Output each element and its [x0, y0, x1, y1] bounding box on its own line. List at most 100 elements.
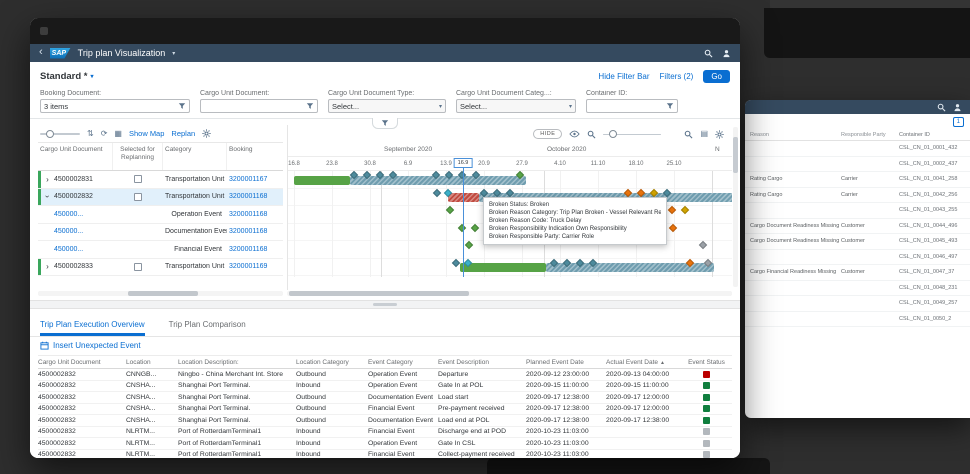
events-cell: 4500002832 — [38, 394, 126, 401]
events-table-row[interactable]: 4500002832CNSHA...Shanghai Port Terminal… — [38, 392, 732, 404]
insert-unexpected-event-button[interactable]: Insert Unexpected Event — [53, 341, 141, 350]
filter-select[interactable]: Select...▾ — [456, 99, 576, 113]
replanning-checkbox[interactable] — [134, 193, 142, 201]
row-expander-icon[interactable]: › — [41, 175, 54, 184]
cargo-table-row[interactable]: 450000... Financial Event3200001168 — [38, 241, 283, 259]
replanning-checkbox[interactable] — [134, 175, 142, 183]
filters-link[interactable]: Filters (2) — [660, 72, 694, 81]
events-column-header[interactable]: Event Description — [438, 359, 526, 366]
refresh-icon[interactable]: ⟳ — [101, 130, 108, 138]
filter-field: Cargo Unit Document Categ...:Select...▾ — [456, 90, 576, 113]
events-column-header[interactable]: Actual Event Date▲ — [606, 359, 684, 366]
events-table-row[interactable]: 4500002832NLRTM...Port of RotterdamTermi… — [38, 450, 732, 459]
cargo-unit-document-cell[interactable]: 450000... — [54, 211, 113, 218]
booking-link[interactable]: 3200001169 — [227, 263, 283, 270]
sort-icon[interactable]: ⇅ — [87, 130, 94, 138]
events-column-header[interactable]: Location — [126, 359, 178, 366]
events-cell: Departure — [438, 371, 526, 378]
events-table-row[interactable]: 4500002832CNSHA...Shanghai Port Terminal… — [38, 404, 732, 416]
variant-selector[interactable]: Standard * ▾ — [40, 71, 94, 82]
events-column-header[interactable]: Event Status — [684, 359, 732, 366]
booking-link[interactable]: 3200001168 — [227, 228, 283, 235]
booking-link[interactable]: 3200001168 — [227, 193, 283, 200]
col-selected-for-replanning[interactable]: Selected for Replanning — [113, 143, 163, 170]
events-table-row[interactable]: 4500002832CNSHA...Shanghai Port Terminal… — [38, 381, 732, 393]
timeline-tick-label: 16.8 — [288, 161, 300, 167]
gantt-settings-icon[interactable] — [715, 130, 724, 139]
tab-trip-plan-execution-overview[interactable]: Trip Plan Execution Overview — [40, 320, 145, 336]
shell-search-icon[interactable] — [704, 49, 713, 58]
filter-select[interactable]: Select...▾ — [328, 99, 446, 113]
bg-table-row: Cargo Financial Readiness MissingCustome… — [745, 265, 970, 281]
events-column-header[interactable]: Location Category — [296, 359, 368, 366]
cargo-table-row[interactable]: ›4500002832Transportation Unit3200001168 — [38, 189, 283, 207]
events-column-header[interactable]: Location Description: — [178, 359, 296, 366]
hide-filter-bar-link[interactable]: Hide Filter Bar — [598, 72, 649, 81]
events-cell: 2020-09-17 12:38:00 — [526, 394, 606, 401]
icontab-bar: Trip Plan Execution Overview Trip Plan C… — [30, 311, 740, 337]
replan-button[interactable]: Replan — [171, 129, 195, 138]
shell-user-icon[interactable] — [722, 49, 731, 58]
table-horizontal-scrollbar[interactable] — [38, 291, 283, 296]
cargo-table-row[interactable]: ›4500002831Transportation Unit3200001167 — [38, 171, 283, 189]
cargo-table-row[interactable]: 450000...Operation Event3200001168 — [38, 206, 283, 224]
events-table-row[interactable]: 4500002832NLRTM...Port of RotterdamTermi… — [38, 438, 732, 450]
value-help-funnel-icon[interactable] — [666, 102, 674, 110]
app-title[interactable]: Trip plan Visualization — [78, 48, 166, 58]
tooltip-line: Broken Reason Category: Trip Plan Broken… — [489, 209, 661, 217]
zoom-slider[interactable] — [603, 129, 661, 139]
chevron-down-icon[interactable]: ▾ — [569, 103, 572, 110]
cargo-table-row[interactable]: 450000...Documentation Event3200001168 — [38, 224, 283, 242]
splitter-bar[interactable] — [30, 300, 740, 309]
go-button[interactable]: Go — [703, 70, 730, 83]
gantt-horizontal-scrollbar[interactable] — [287, 291, 732, 296]
show-map-button[interactable]: Show Map — [129, 129, 164, 138]
hide-button[interactable]: HIDE — [533, 129, 562, 139]
gantt-bar[interactable] — [460, 263, 546, 272]
filter-bar-expand-handle[interactable] — [372, 118, 398, 129]
events-column-header[interactable]: Cargo Unit Document — [38, 359, 126, 366]
filter-input[interactable]: 3 items — [40, 99, 190, 113]
bg-party-cell: Customer — [841, 269, 899, 275]
grid-view-icon[interactable]: ▦ — [114, 130, 122, 138]
filter-input[interactable] — [586, 99, 678, 113]
value-help-funnel-icon[interactable] — [306, 102, 314, 110]
row-expander-icon[interactable]: › — [43, 190, 52, 203]
col-booking[interactable]: Booking — [227, 143, 283, 170]
tab-trip-plan-comparison[interactable]: Trip Plan Comparison — [169, 320, 246, 336]
cargo-table-row[interactable]: ›4500002833Transportation Unit3200001169 — [38, 259, 283, 277]
events-table-row[interactable]: 4500002832NLRTM...Port of RotterdamTermi… — [38, 427, 732, 439]
event-status-indicator — [703, 394, 710, 401]
booking-link[interactable]: 3200001168 — [227, 246, 283, 253]
events-table-row[interactable]: 4500002832CNNGB...Ningbo - China Merchan… — [38, 369, 732, 381]
vertical-scrollbar[interactable] — [733, 127, 738, 287]
col-cargo-unit-document[interactable]: Cargo Unit Document — [38, 143, 113, 170]
events-cell: Outbound — [296, 417, 368, 424]
chevron-down-icon[interactable]: ▾ — [439, 103, 442, 110]
replanning-checkbox[interactable] — [134, 263, 142, 271]
filter-field: Booking Document:3 items — [40, 90, 190, 113]
filter-input[interactable] — [200, 99, 318, 113]
cargo-unit-document-cell[interactable]: 450000... — [54, 246, 113, 253]
gantt-chart-area[interactable]: Broken Status: BrokenBroken Reason Categ… — [288, 171, 732, 277]
back-button[interactable]: ‹ — [39, 47, 43, 58]
gear-icon[interactable] — [202, 129, 211, 138]
events-column-header[interactable]: Planned Event Date — [526, 359, 606, 366]
category-cell: Financial Event — [163, 246, 227, 253]
table-density-slider[interactable] — [40, 129, 80, 139]
booking-link[interactable]: 3200001168 — [227, 211, 283, 218]
cargo-unit-document-cell[interactable]: 450000... — [54, 228, 113, 235]
booking-link[interactable]: 3200001167 — [227, 176, 283, 183]
zoom-out-icon[interactable] — [587, 130, 596, 139]
col-category[interactable]: Category — [163, 143, 227, 170]
gantt-bar[interactable] — [294, 176, 350, 185]
value-help-funnel-icon[interactable] — [178, 102, 186, 110]
bg-reason-cell: Cargo Document Readiness Missing — [745, 238, 841, 244]
zoom-in-icon[interactable] — [684, 130, 693, 139]
eye-icon[interactable] — [569, 130, 580, 138]
events-column-header[interactable]: Event Category — [368, 359, 438, 366]
legend-icon[interactable]: ▤ — [700, 130, 708, 138]
title-caret-icon[interactable]: ▾ — [172, 50, 175, 57]
events-table-row[interactable]: 4500002832CNSHA...Shanghai Port Terminal… — [38, 415, 732, 427]
row-expander-icon[interactable]: › — [41, 262, 54, 271]
